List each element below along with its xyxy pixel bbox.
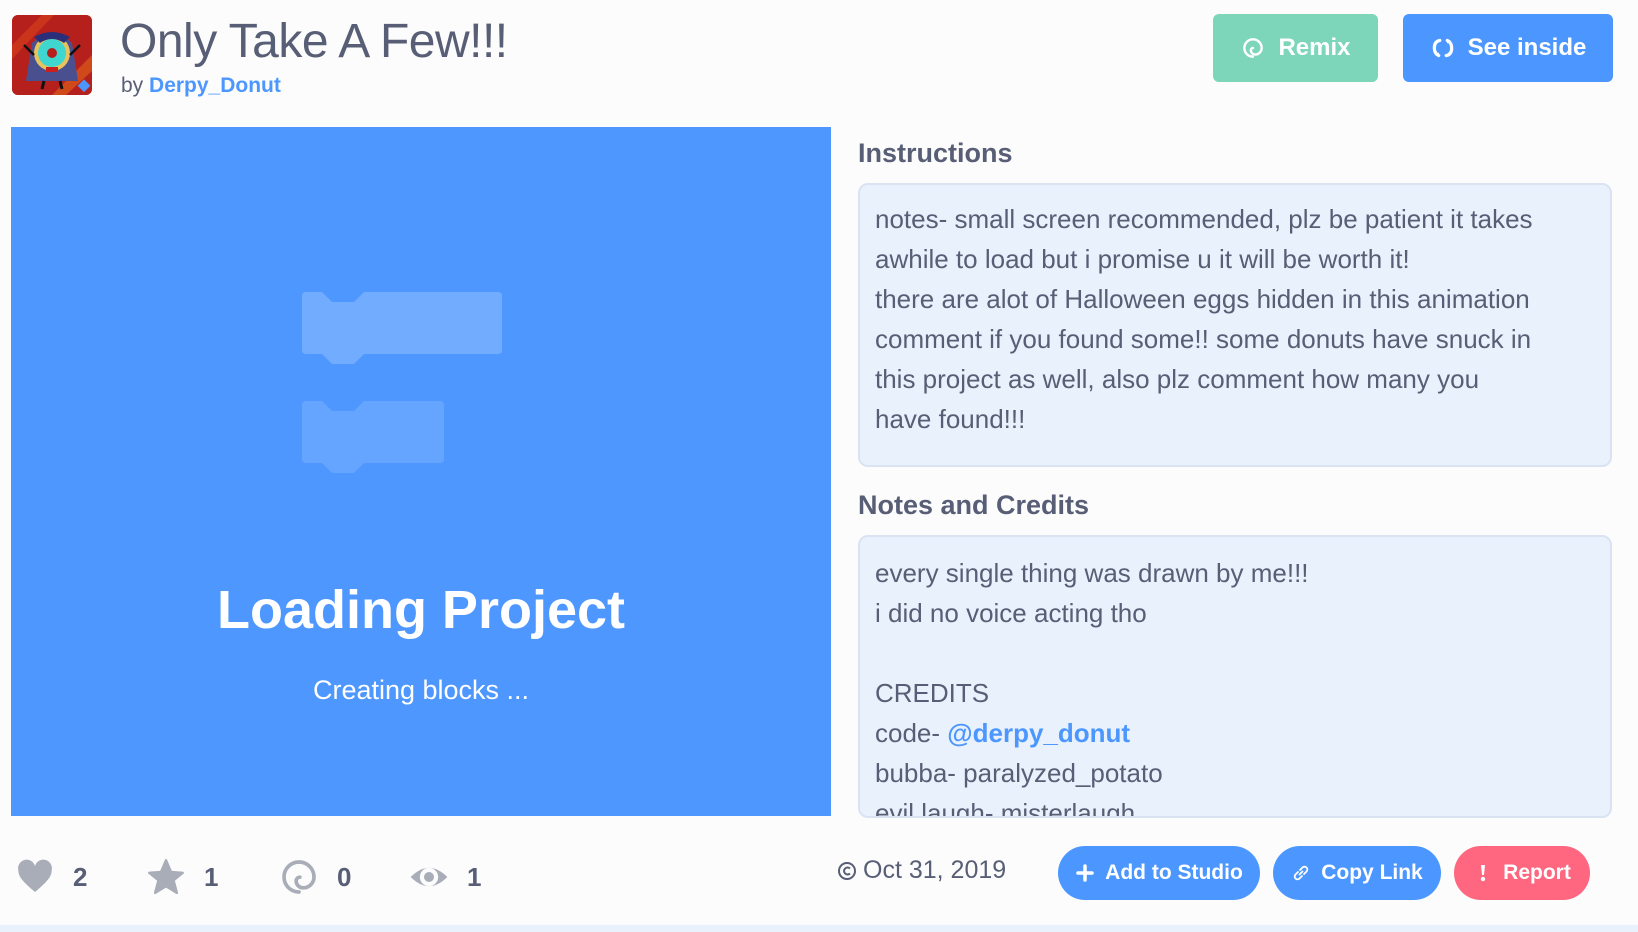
views-count: 1 <box>467 861 482 892</box>
love-count: 2 <box>73 861 88 892</box>
heart-icon <box>18 859 52 892</box>
favorite-count: 1 <box>204 861 219 892</box>
loading-status: Creating blocks ... <box>312 675 530 705</box>
plus-icon <box>1076 864 1094 882</box>
notes-line: i did no voice acting tho <box>875 598 1147 628</box>
notes-line: bubba- paralyzed_potato <box>875 758 1163 788</box>
remix-label: Remix <box>1278 34 1351 61</box>
notes-line-code: code- @derpy_donut <box>875 713 1596 753</box>
notes-heading: Notes and Credits <box>858 490 1090 520</box>
loading-block-icon-bottom <box>302 401 444 473</box>
loading-title: Loading Project <box>216 580 626 640</box>
exclamation-icon <box>1480 865 1486 882</box>
copy-link-label: Copy Link <box>1321 861 1423 884</box>
instructions-line: notes- small screen recommended, plz be … <box>875 204 1533 234</box>
instructions-line: awhile to load but i promise u it will b… <box>875 244 1410 274</box>
instructions-line: comment if you found some!! some donuts … <box>875 324 1532 354</box>
see-inside-button[interactable]: See inside <box>1403 14 1613 82</box>
by-label: by <box>121 74 144 97</box>
loading-block-icon-top <box>302 292 502 364</box>
remix-button[interactable]: Remix <box>1213 14 1378 82</box>
date-text: Oct 31, 2019 <box>863 856 1007 884</box>
instructions-box[interactable]: notes- small screen recommended, plz be … <box>858 183 1612 467</box>
project-title: Only Take A Few!!! <box>120 15 508 68</box>
remix-stat: 0 <box>279 852 351 902</box>
views-stat: 1 <box>409 852 481 902</box>
remix-count: 0 <box>337 861 352 892</box>
love-stat[interactable]: 2 <box>15 852 87 902</box>
project-thumbnail-image <box>12 15 92 95</box>
favorite-stat[interactable]: 1 <box>146 852 218 902</box>
share-date: Oct 31, 2019 <box>837 856 1006 885</box>
see-inside-label: See inside <box>1467 34 1587 61</box>
add-to-studio-label: Add to Studio <box>1105 861 1243 884</box>
code-prefix: code- <box>875 718 948 748</box>
project-thumbnail <box>12 15 92 95</box>
project-stage[interactable]: Loading Project Creating blocks ... <box>11 127 831 816</box>
link-icon <box>1294 865 1309 881</box>
remix-spiral-icon <box>282 860 316 894</box>
byline: by Derpy_Donut <box>121 74 281 98</box>
eye-icon <box>410 867 448 887</box>
see-inside-arrows-icon <box>1432 38 1453 58</box>
instructions-line: this project as well, also plz comment h… <box>875 364 1480 394</box>
instructions-line: there are alot of Halloween eggs hidden … <box>875 284 1530 314</box>
remix-spiral-icon <box>1243 38 1264 58</box>
copy-link-button[interactable]: Copy Link <box>1273 846 1441 900</box>
copyright-icon <box>838 861 856 880</box>
notes-line: evil laugh- misterlaugh <box>875 798 1136 818</box>
notes-line <box>875 633 1596 673</box>
report-button[interactable]: Report <box>1454 846 1590 900</box>
report-label: Report <box>1503 861 1571 884</box>
code-credit-link[interactable]: @derpy_donut <box>947 718 1130 748</box>
notes-line: every single thing was drawn by me!!! <box>875 558 1309 588</box>
add-to-studio-button[interactable]: Add to Studio <box>1058 846 1260 900</box>
instructions-heading: Instructions <box>858 138 1013 168</box>
bottom-divider <box>0 925 1638 932</box>
star-icon <box>148 859 184 895</box>
instructions-line: have found!!! <box>875 404 1026 434</box>
author-link[interactable]: Derpy_Donut <box>149 74 281 97</box>
notes-line: CREDITS <box>875 678 990 708</box>
notes-box[interactable]: every single thing was drawn by me!!! i … <box>858 535 1612 818</box>
